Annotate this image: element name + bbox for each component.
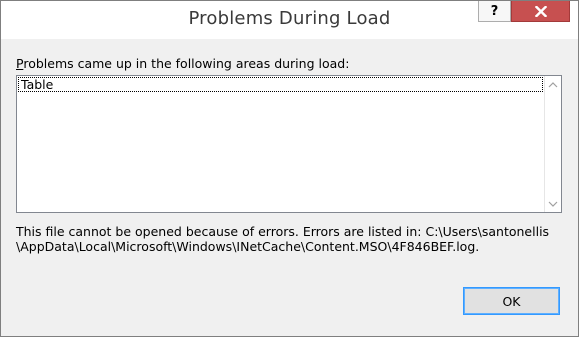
scroll-up-button[interactable] bbox=[545, 76, 561, 93]
prompt-text: roblems came up in the following areas d… bbox=[23, 56, 350, 71]
title-bar[interactable]: Problems During Load ? bbox=[1, 1, 578, 39]
chevron-up-icon bbox=[548, 81, 558, 87]
ok-button[interactable]: OK bbox=[463, 287, 560, 315]
close-icon bbox=[534, 5, 547, 17]
close-button[interactable] bbox=[511, 1, 570, 22]
error-message: This file cannot be opened because of er… bbox=[16, 224, 550, 254]
scroll-down-button[interactable] bbox=[545, 195, 561, 212]
problems-listbox[interactable]: Table bbox=[16, 75, 562, 213]
chevron-down-icon bbox=[548, 201, 558, 207]
help-button[interactable]: ? bbox=[478, 1, 511, 22]
list-item[interactable]: Table bbox=[18, 77, 543, 92]
vertical-scrollbar[interactable] bbox=[544, 76, 561, 212]
problems-prompt: Problems came up in the following areas … bbox=[16, 56, 349, 71]
help-icon: ? bbox=[490, 3, 499, 19]
